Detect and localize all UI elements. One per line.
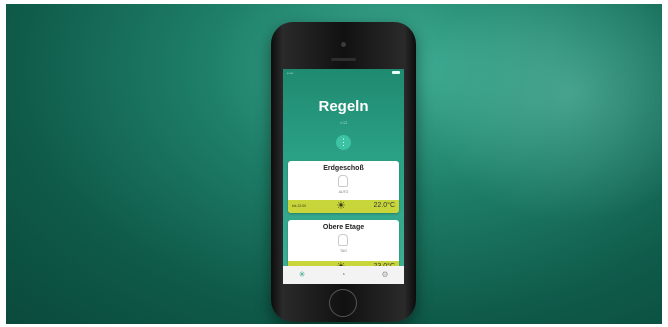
thermostat-icon [338, 234, 348, 246]
zone-temperature: 22.0°C [373, 202, 395, 209]
menu-button[interactable]: ⋮ [336, 135, 351, 150]
rules-icon[interactable]: ✳ [296, 269, 308, 281]
zone-card-erdgeschoss[interactable]: Erdgeschoß AUTO bis 22:00 ☀ 22.0°C [288, 161, 399, 213]
header-status-icons: ⌂ ☐ [339, 120, 348, 125]
zone-status-bar: bis 22:00 ☀ 22.0°C [288, 200, 399, 213]
zone-time: bis 22:00 [292, 204, 307, 208]
gear-icon[interactable]: ⚙ [379, 269, 391, 281]
bottom-tab-bar: ✳ ◔ ⚙ [283, 266, 404, 284]
home-button[interactable] [329, 289, 357, 317]
zone-mode: AUTO [338, 190, 349, 194]
earpiece-speaker [331, 58, 356, 61]
zone-mode: TAG [340, 249, 347, 253]
app-screen: ••••• Regeln ⌂ ☐ ⋮ Erdgeschoß AUTO bis 2… [283, 69, 404, 284]
signal-indicator: ••••• [287, 71, 294, 75]
page-title: Regeln [318, 98, 369, 115]
status-bar: ••••• [283, 69, 404, 77]
battery-icon [392, 71, 400, 74]
zone-name: Erdgeschoß [323, 165, 364, 172]
background-scene: ••••• Regeln ⌂ ☐ ⋮ Erdgeschoß AUTO bis 2… [6, 4, 662, 324]
temperature-icon[interactable]: ◔ [337, 269, 349, 281]
thermostat-icon [338, 175, 348, 187]
sun-icon: ☀ [336, 200, 346, 212]
zone-name: Obere Etage [322, 224, 365, 231]
phone-device: ••••• Regeln ⌂ ☐ ⋮ Erdgeschoß AUTO bis 2… [271, 22, 416, 322]
front-camera [341, 42, 346, 47]
